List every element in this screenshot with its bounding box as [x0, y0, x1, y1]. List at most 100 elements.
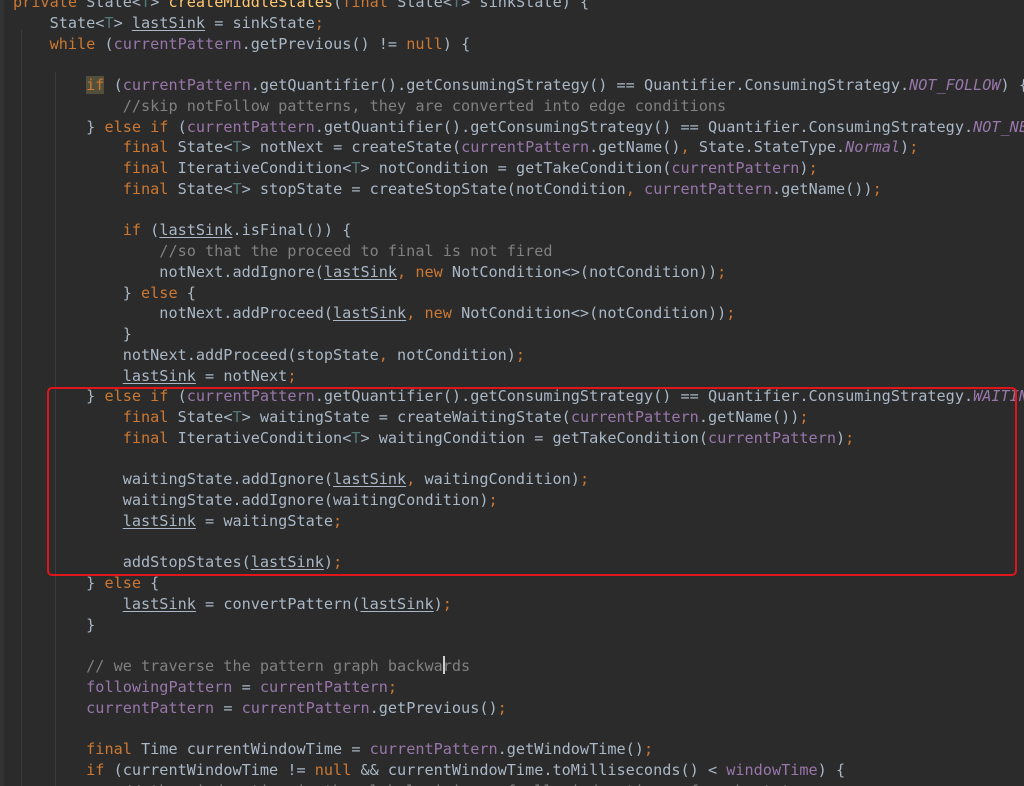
code-line[interactable] [13, 54, 1024, 75]
code-token: ( [104, 34, 114, 53]
code-token: = [214, 698, 242, 717]
code-line[interactable]: notNext.addProceed(lastSink, new NotCond… [13, 303, 1024, 324]
code-token: ) [433, 594, 443, 613]
code-token: ( [150, 221, 160, 240]
code-line[interactable] [13, 449, 1024, 470]
code-content[interactable]: private State<T> createMiddleStates(fina… [13, 0, 1024, 786]
code-line[interactable]: while (currentPattern.getPrevious() != n… [13, 34, 1024, 55]
code-line[interactable]: notNext.addIgnore(lastSink, new NotCondi… [13, 262, 1024, 283]
code-token: ( [104, 76, 123, 94]
code-token: ) { [817, 760, 846, 779]
code-line[interactable]: } else { [13, 573, 1024, 594]
code-line[interactable]: final IterativeCondition<T> notCondition… [13, 158, 1024, 179]
code-line[interactable]: final State<T> waitingState = createWait… [13, 407, 1024, 428]
code-editor[interactable]: private State<T> createMiddleStates(fina… [0, 0, 1024, 786]
code-token: notNext.addProceed(stopState [13, 345, 379, 364]
code-line[interactable]: lastSink = convertPattern(lastSink); [13, 594, 1024, 615]
code-line[interactable]: currentPattern = currentPattern.getPrevi… [13, 698, 1024, 719]
code-line[interactable]: //so that the proceed to final is not fi… [13, 241, 1024, 262]
code-token: lastSink [250, 553, 324, 572]
code-token: ( [177, 387, 187, 406]
code-token: currentPattern [461, 138, 590, 157]
code-token: currentPattern [671, 159, 800, 177]
code-token: ; [579, 470, 590, 489]
code-token: currentPattern [122, 76, 251, 94]
code-token: NOT_FOLLOW [909, 76, 1001, 94]
code-line[interactable] [13, 635, 1024, 656]
code-line[interactable]: if (currentWindowTime != null && current… [13, 760, 1024, 781]
code-line[interactable]: notNext.addProceed(stopState, notConditi… [13, 345, 1024, 366]
code-line[interactable]: } else { [13, 283, 1024, 304]
code-token: waitingState.addIgnore(waitingCondition) [13, 491, 489, 509]
code-token: final [122, 179, 178, 198]
code-line[interactable] [13, 200, 1024, 221]
code-line[interactable]: addStopStates(lastSink); [13, 552, 1024, 573]
code-line[interactable]: } [13, 324, 1024, 345]
code-line[interactable]: //skip notFollow patterns, they are conv… [13, 96, 1024, 117]
code-line[interactable]: private State<T> createMiddleStates(fina… [13, 0, 1024, 13]
code-line[interactable]: if (currentPattern.getQuantifier().getCo… [13, 75, 1024, 96]
code-token: > notCondition = getTakeCondition( [360, 159, 672, 177]
code-token: T [141, 0, 151, 11]
code-line[interactable]: lastSink = waitingState; [13, 511, 1024, 532]
code-line[interactable]: waitingState.addIgnore(waitingCondition)… [13, 490, 1024, 511]
code-token: State< [397, 0, 452, 11]
code-token: ; [497, 698, 507, 717]
code-token: currentPattern [707, 428, 836, 447]
code-token: State< [177, 179, 233, 198]
code-line[interactable]: final Time currentWindowTime = currentPa… [13, 739, 1024, 760]
code-line[interactable]: if (lastSink.isFinal()) { [13, 220, 1024, 241]
code-token: currentPattern [113, 34, 242, 53]
code-token: ( [177, 117, 187, 136]
code-line[interactable]: waitingState.addIgnore(lastSink, waiting… [13, 469, 1024, 490]
code-token: T [232, 179, 242, 198]
code-token: new [415, 262, 452, 281]
code-line[interactable]: final State<T> notNext = createState(cur… [13, 137, 1024, 158]
code-line[interactable]: // we traverse the pattern graph backwar… [13, 656, 1024, 677]
code-line[interactable]: followingPattern = currentPattern; [13, 677, 1024, 698]
code-token: lastSink [131, 13, 206, 32]
code-token: ; [333, 511, 343, 530]
code-token: currentPattern [241, 698, 370, 717]
code-token: T [232, 138, 242, 157]
code-line[interactable]: } [13, 615, 1024, 636]
code-token: , [406, 304, 425, 323]
code-line[interactable]: final IterativeCondition<T> waitingCondi… [13, 428, 1024, 449]
code-line[interactable]: State<T> lastSink = sinkState; [13, 13, 1024, 34]
code-token: Time currentWindowTime = [141, 740, 370, 758]
code-token: lastSink [333, 470, 407, 489]
code-token: > notNext = createState( [241, 138, 462, 157]
code-token: ) { [442, 34, 471, 53]
code-line[interactable]: final State<T> stopState = createStopSta… [13, 179, 1024, 200]
code-token: IterativeCondition< [177, 159, 352, 177]
code-line[interactable] [13, 718, 1024, 739]
code-token: ) [799, 159, 809, 177]
code-token: ; [872, 179, 882, 198]
code-line[interactable] [13, 532, 1024, 553]
code-line[interactable]: // the window time is the global minimum… [13, 781, 1024, 786]
code-token: .getName()) [698, 408, 800, 426]
code-token: new [424, 304, 462, 323]
code-line[interactable]: } else if (currentPattern.getQuantifier(… [13, 117, 1024, 138]
code-token: > stopState = createStopState(notConditi… [241, 179, 626, 198]
code-line[interactable]: lastSink = notNext; [13, 366, 1024, 387]
code-token: .getQuantifier().getConsumingStrategy() … [314, 117, 974, 136]
code-line[interactable]: } else if (currentPattern.getQuantifier(… [13, 386, 1024, 407]
code-token: , [406, 470, 425, 489]
code-token: ; [287, 366, 297, 385]
code-token: NotCondition<>(notCondition)) [461, 304, 727, 323]
text-cursor [443, 656, 445, 674]
code-token: ; [333, 553, 343, 572]
code-token: .getPrevious() [369, 698, 498, 717]
code-token: ; [726, 304, 736, 323]
code-token: .isFinal()) { [232, 221, 352, 240]
code-token: IterativeCondition< [177, 428, 352, 447]
code-token: else if [104, 117, 178, 136]
